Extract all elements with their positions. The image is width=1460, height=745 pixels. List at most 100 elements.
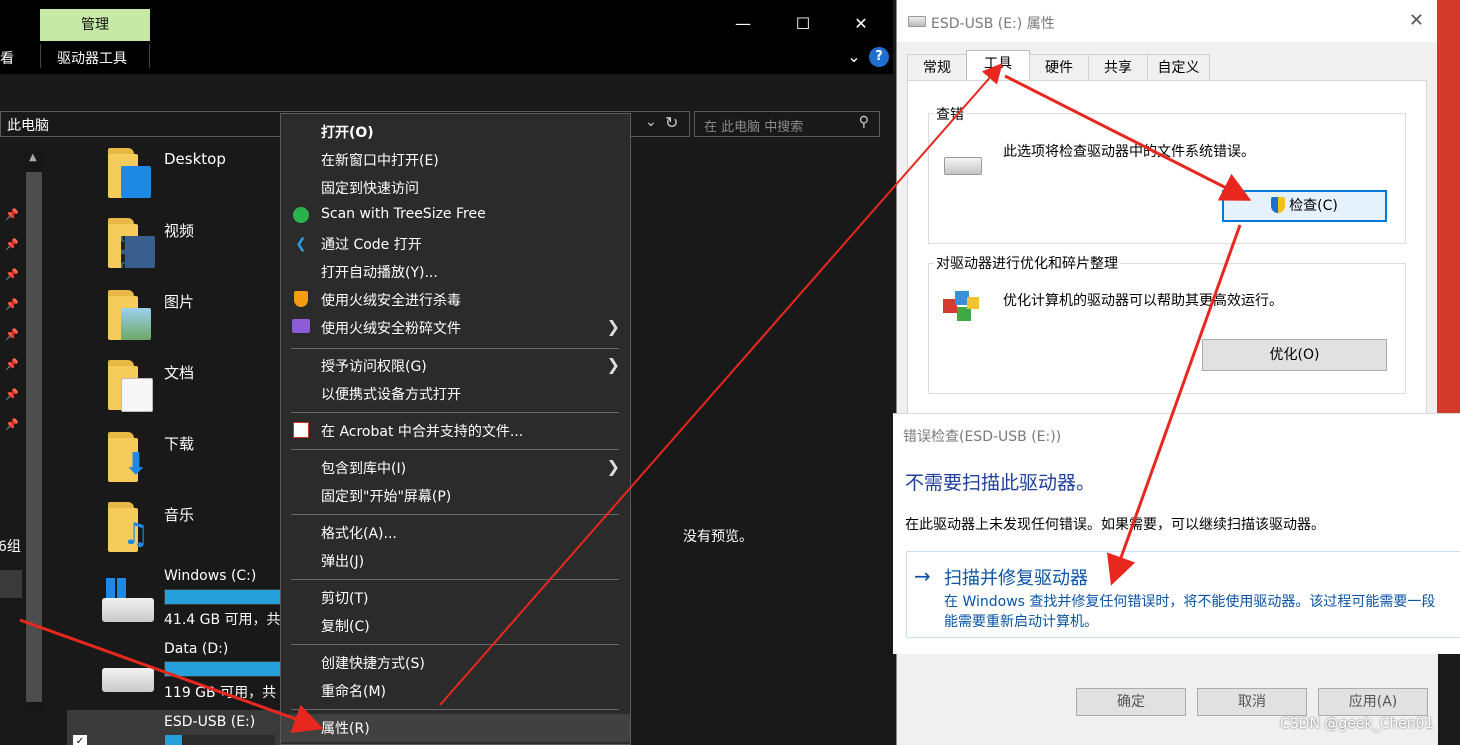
menu-item-eject[interactable]: 弹出(J): [281, 547, 630, 575]
menu-item-label: 复制(C): [321, 619, 370, 635]
tab-customize[interactable]: 自定义: [1147, 54, 1210, 80]
apply-button[interactable]: 应用(A): [1318, 688, 1428, 716]
menu-item-acrobat-combine[interactable]: 在 Acrobat 中合并支持的文件...: [281, 417, 630, 445]
ok-button[interactable]: 确定: [1076, 688, 1186, 716]
group-title: 查错: [934, 104, 966, 124]
downloads-folder-icon[interactable]: ⬇: [108, 432, 152, 482]
scan-and-repair-link[interactable]: → 扫描并修复驱动器 在 Windows 查找并修复任何错误时，将不能使用驱动器…: [906, 551, 1460, 638]
pin-icon: 📌: [5, 298, 19, 311]
menu-separator: [291, 348, 619, 349]
tab-tools[interactable]: 工具: [966, 50, 1030, 81]
menu-item-label: 弹出(J): [321, 554, 365, 570]
documents-folder-icon[interactable]: [108, 360, 153, 412]
menu-item-open-with-code[interactable]: ❮ 通过 Code 打开: [281, 230, 630, 258]
drive-icon: [944, 157, 982, 175]
menu-item-label: 使用火绒安全粉碎文件: [321, 321, 461, 337]
menu-item-treesize[interactable]: Scan with TreeSize Free: [281, 202, 630, 230]
help-icon[interactable]: ?: [869, 47, 889, 67]
chevron-down-icon[interactable]: ⌄: [645, 114, 657, 130]
arrow-right-icon: →: [914, 564, 931, 588]
desktop-folder-icon[interactable]: [108, 148, 152, 198]
optimize-button[interactable]: 优化(O): [1202, 339, 1387, 371]
close-icon[interactable]: ✕: [1409, 10, 1424, 31]
menu-item-label: 使用火绒安全进行杀毒: [321, 293, 461, 309]
drive-label[interactable]: Data (D:): [164, 641, 228, 657]
tab-sharing[interactable]: 共享: [1088, 54, 1148, 80]
tab-general[interactable]: 常规: [907, 54, 967, 80]
chevron-right-icon: ❯: [606, 355, 620, 374]
menu-item-portable-device[interactable]: 以便携式设备方式打开: [281, 380, 630, 408]
music-folder-icon[interactable]: ♫: [108, 502, 152, 552]
close-icon[interactable]: ✕: [849, 12, 873, 36]
folder-label[interactable]: Desktop: [164, 150, 226, 168]
folder-label[interactable]: 文档: [164, 362, 194, 383]
pin-icon: 📌: [5, 418, 19, 431]
menu-item-label: 属性(R): [321, 721, 370, 737]
dialog-heading: 不需要扫描此驱动器。: [905, 472, 1096, 494]
windows-drive-icon[interactable]: [102, 578, 154, 622]
menu-item-label: 以便携式设备方式打开: [321, 387, 461, 403]
menu-item-huorong-shred[interactable]: 使用火绒安全粉碎文件 ❯: [281, 314, 630, 342]
menu-separator: [291, 449, 619, 450]
error-checking-group: [928, 113, 1406, 244]
defrag-icon: [943, 289, 979, 325]
folder-label[interactable]: 下载: [164, 433, 194, 454]
menu-separator: [291, 709, 619, 710]
menu-item-give-access[interactable]: 授予访问权限(G) ❯: [281, 352, 630, 380]
menu-item-copy[interactable]: 复制(C): [281, 612, 630, 640]
menu-item-cut[interactable]: 剪切(T): [281, 584, 630, 612]
group-description: 优化计算机的驱动器可以帮助其更高效运行。: [1003, 293, 1283, 309]
refresh-icon[interactable]: ↻: [665, 113, 678, 132]
command-bar: [0, 74, 893, 110]
ribbon-tab-manage[interactable]: 管理: [40, 9, 150, 41]
menu-item-label: 在 Acrobat 中合并支持的文件...: [321, 424, 524, 440]
search-input[interactable]: 在 此电脑 中搜索 ⚲: [694, 111, 880, 137]
pin-icon: 📌: [5, 388, 19, 401]
scrollbar-thumb[interactable]: [26, 172, 42, 702]
data-drive-icon[interactable]: [102, 668, 154, 692]
address-text: 此电脑: [7, 118, 49, 134]
menu-item-pin-start[interactable]: 固定到"开始"屏幕(P): [281, 482, 630, 510]
menu-item-open[interactable]: 打开(O): [281, 118, 630, 146]
command-link-description: 在 Windows 查找并修复任何错误时，将不能使用驱动器。该过程可能需要一段 …: [944, 592, 1460, 632]
search-icon[interactable]: ⚲: [859, 114, 869, 130]
drive-free-space: 41.4 GB 可用，共: [164, 612, 281, 628]
menu-item-label: 在新窗口中打开(E): [321, 153, 439, 169]
minimize-icon[interactable]: —: [731, 12, 755, 36]
menu-item-create-shortcut[interactable]: 创建快捷方式(S): [281, 649, 630, 677]
menu-item-rename[interactable]: 重命名(M): [281, 677, 630, 705]
folder-label[interactable]: 音乐: [164, 504, 194, 525]
videos-folder-icon[interactable]: [108, 218, 155, 268]
maximize-icon[interactable]: ☐: [791, 12, 815, 36]
context-menu: 打开(O) 在新窗口中打开(E) 固定到快速访问 Scan with TreeS…: [280, 113, 631, 745]
menu-item-properties[interactable]: 属性(R): [281, 714, 630, 742]
checkbox-icon[interactable]: ✓: [73, 735, 87, 745]
cancel-button[interactable]: 取消: [1197, 688, 1307, 716]
pictures-folder-icon[interactable]: [108, 290, 152, 340]
chevron-down-icon[interactable]: ⌄: [842, 45, 866, 69]
tab-hardware[interactable]: 硬件: [1029, 54, 1089, 80]
nav-selected-item[interactable]: [0, 570, 22, 598]
folder-label[interactable]: 图片: [164, 291, 194, 312]
check-button[interactable]: 检查(C): [1222, 190, 1387, 222]
menu-item-label: 固定到"开始"屏幕(P): [321, 489, 452, 505]
ribbon-tab-view[interactable]: 查看: [0, 48, 14, 68]
search-placeholder: 在 此电脑 中搜索: [704, 120, 804, 135]
scroll-up-icon[interactable]: ▲: [29, 152, 37, 163]
folder-label[interactable]: 视频: [164, 220, 194, 241]
menu-item-include-library[interactable]: 包含到库中(I) ❯: [281, 454, 630, 482]
menu-item-open-new-window[interactable]: 在新窗口中打开(E): [281, 146, 630, 174]
ribbon-separator: [149, 44, 150, 68]
menu-item-huorong-scan[interactable]: 使用火绒安全进行杀毒: [281, 286, 630, 314]
drive-label[interactable]: Windows (C:): [164, 568, 256, 584]
vscode-icon: ❮: [295, 236, 307, 252]
drive-label[interactable]: ESD-USB (E:): [164, 714, 255, 730]
uac-shield-icon: [1271, 197, 1286, 213]
ribbon-tab-drive-tools[interactable]: 驱动器工具: [57, 48, 127, 68]
menu-item-format[interactable]: 格式化(A)...: [281, 519, 630, 547]
menu-item-autoplay[interactable]: 打开自动播放(Y)...: [281, 258, 630, 286]
nav-scrollbar[interactable]: ▲: [24, 150, 44, 710]
menu-item-pin-quick-access[interactable]: 固定到快速访问: [281, 174, 630, 202]
group-description: 此选项将检查驱动器中的文件系统错误。: [1003, 144, 1255, 160]
acrobat-icon: [291, 422, 311, 440]
